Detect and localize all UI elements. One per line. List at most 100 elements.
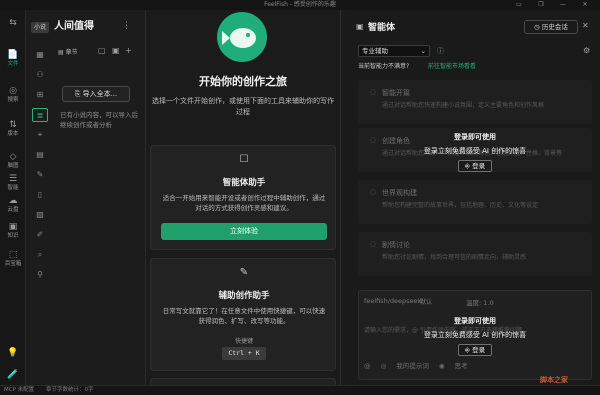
panel-divider[interactable] — [340, 10, 341, 385]
lightbulb-icon: 💡 — [7, 348, 19, 358]
file-icon: 📄 — [7, 50, 19, 60]
window-layout-button[interactable]: ▭ — [512, 0, 526, 10]
rail-item-search[interactable]: ◎ 搜索 — [0, 86, 26, 104]
login-desc: 登录立刻免费感受 AI 创作的惊喜 — [423, 147, 527, 155]
login-title: 登录即可使用 — [454, 317, 496, 325]
agent-icon: ▣ — [356, 22, 364, 31]
pin-icon[interactable]: ⌕ — [32, 248, 48, 262]
knowledge-icon: ▣ — [8, 222, 18, 232]
rail-item-tips[interactable]: 💡 — [0, 348, 26, 359]
people-icon[interactable]: ⚇ — [32, 68, 48, 82]
rail-label: 版本 — [7, 131, 19, 137]
add-icon[interactable]: + — [125, 46, 132, 55]
version-icon: ⇅ — [9, 120, 17, 130]
window-close-button[interactable]: ✕ — [578, 0, 592, 10]
agent-item-desc: 帮助您构建完整的故事世界，包括地理、历史、文化等设定 — [382, 202, 539, 209]
gear-icon[interactable]: ⚙ — [583, 46, 590, 55]
type-badge[interactable]: 小说 — [31, 22, 49, 33]
login-icon: ⎆ — [464, 346, 471, 354]
rail-item-knowledge[interactable]: ▣ 知识 — [0, 222, 26, 240]
think-button[interactable]: 思考 — [455, 362, 468, 370]
card-description: 适合一开始用来智能开设或者创作过程中辅助创作，通过对话的方式获得创作灵感和建议。 — [162, 194, 326, 212]
mode-select[interactable]: 专业辅助 ⌄ — [358, 45, 430, 57]
list-icon[interactable]: ▤ — [32, 148, 48, 162]
help-icon[interactable]: ⓘ — [437, 46, 444, 56]
login-title: 登录即可使用 — [454, 133, 496, 141]
shortcut-key: Ctrl + K — [222, 347, 266, 360]
card-description: 日常写文就靠它了！在任意文件中使用快捷键，可以快速获得润色、扩写、改写等功能。 — [162, 307, 326, 325]
book-icon[interactable]: ▯ — [32, 188, 48, 202]
try-now-button[interactable]: 立刻体验 — [161, 223, 327, 240]
rail-item-version[interactable]: ⇅ 版本 — [0, 120, 26, 138]
agent-market-link[interactable]: 前往智能市场看看 — [428, 61, 476, 70]
smart-icon: ☰ — [8, 174, 18, 184]
rail-label: 搜索 — [7, 97, 19, 103]
close-icon[interactable]: ✕ — [582, 21, 589, 30]
app-logo — [217, 12, 267, 62]
rail-item-smart[interactable]: ☰ 智能 — [0, 174, 26, 192]
cloud-icon: ☁ — [8, 196, 18, 206]
agent-item[interactable]: ◌ 剧情讨论 帮助您讨论剧情，找到合理可信的剧情走向，辅助灵感 — [358, 232, 592, 276]
book-title: 人间值得 — [54, 21, 94, 32]
marker-icon[interactable]: ⚲ — [32, 268, 48, 282]
think-icon[interactable]: ◉ — [439, 362, 445, 370]
mention-button[interactable]: @ — [364, 362, 371, 370]
login-button-label: 登录 — [472, 162, 486, 170]
history-button-label: 历史会话 — [541, 23, 568, 31]
hierarchy-icon[interactable]: ⊞ — [32, 88, 48, 102]
note-icon[interactable]: ✐ — [32, 228, 48, 242]
card-title: 辅助创作助手 — [218, 291, 270, 301]
import-hint: 已有小说内容，可以导入后继续创作或者分析 — [60, 111, 138, 129]
mcp-status[interactable]: MCP 未配置 — [4, 386, 34, 395]
tag-icon[interactable]: ⌖ — [32, 128, 48, 142]
agent-item[interactable]: ◌ 智能开篇 通过对话帮助您快速构建小说氛围，定义主要角色和创作风格 — [358, 80, 592, 124]
rail-label: 云盘 — [7, 207, 19, 213]
chat-icon: ◌ — [370, 240, 377, 248]
agent-assistant-card: ☐ 智能体助手 适合一开始用来智能开设或者创作过程中辅助创作，通过对话的方式获得… — [150, 145, 336, 250]
rail-label: 百宝箱 — [4, 261, 22, 267]
my-prompts-button[interactable]: 我的提示词 — [396, 362, 429, 370]
rail-item-cloud[interactable]: ☁ 云盘 — [0, 196, 26, 214]
agent-item-title: 世界观构建 — [382, 189, 417, 197]
import-button[interactable]: ⎘ 导入全本... — [62, 86, 130, 102]
agent-item-title: 智能开篇 — [382, 89, 410, 97]
login-button-label: 登录 — [472, 346, 486, 354]
bulb-icon: ◌ — [370, 88, 377, 96]
import-button-label: 导入全本... — [82, 90, 118, 98]
collapse-toggle[interactable]: ⇆ — [0, 18, 26, 29]
agent-title: 智能体 — [368, 23, 396, 33]
login-button[interactable]: ⎆ 登录 — [457, 344, 493, 356]
welcome-headline: 开始你的创作之旅 — [199, 75, 287, 88]
rail-item-toolbox[interactable]: ⬚ 百宝箱 — [0, 250, 26, 268]
import-icon: ⎘ — [74, 90, 81, 98]
chapter-header-label: 章节 — [65, 49, 78, 56]
rail-item-lab[interactable]: 🧪 — [0, 370, 26, 381]
agent-item[interactable]: ◌ 世界观构建 帮助您构建完整的故事世界，包括地理、历史、文化等设定 — [358, 180, 592, 224]
image-icon[interactable]: ▨ — [32, 208, 48, 222]
more-icon[interactable]: ⋮ — [122, 21, 131, 31]
outline-icon[interactable]: ≣ — [32, 108, 48, 122]
activity-rail: ⇆ 📄 文件 ◎ 搜索 ⇅ 版本 ◇ 脑图 ☰ 智能 ☁ 云盘 ▣ 知识 ⬚ 百… — [0, 10, 26, 395]
window-title: FeelFish - 感受创作的乐趣 — [264, 1, 336, 8]
welcome-subline: 选择一个文件开始创作，或使用下面的工具来辅助你的写作过程 — [152, 97, 334, 116]
history-button[interactable]: ◷ 历史会话 — [524, 20, 578, 34]
model-tag: 默认 — [420, 299, 433, 306]
window-maximize-button[interactable]: ❐ — [534, 0, 548, 10]
new-file-icon[interactable]: ▢ — [98, 46, 106, 55]
chat-toolbar: @ ◎ 我的提示词 ◉ 思考 — [364, 360, 584, 370]
toolbox-icon: ⬚ — [8, 250, 18, 260]
new-folder-icon[interactable]: ▣ — [112, 46, 120, 55]
login-button[interactable]: ⎆ 登录 — [457, 160, 493, 172]
login-overlay-bottom: 登录即可使用 登录立刻免费感受 AI 创作的惊喜 ⎆ 登录 — [360, 316, 590, 356]
folder-icon[interactable]: ▦ — [32, 48, 48, 62]
login-desc: 登录立刻免费感受 AI 创作的惊喜 — [423, 331, 527, 339]
collapse-icon: ⇆ — [9, 18, 17, 28]
target-icon[interactable]: ◎ — [381, 362, 387, 370]
window-minimize-button[interactable]: — — [556, 0, 570, 10]
rail-item-mindmap[interactable]: ◇ 脑图 — [0, 152, 26, 170]
model-name[interactable]: feelfish/deepseek — [364, 297, 421, 305]
rail-item-files[interactable]: 📄 文件 — [0, 50, 26, 68]
temperature-setting[interactable]: 温度: 1.0 — [466, 297, 494, 307]
edit-icon[interactable]: ✎ — [32, 168, 48, 182]
tree-toolbar: ▦ ⚇ ⊞ ≣ ⌖ ▤ ✎ ▯ ▨ ✐ ⌕ ⚲ — [32, 48, 50, 308]
